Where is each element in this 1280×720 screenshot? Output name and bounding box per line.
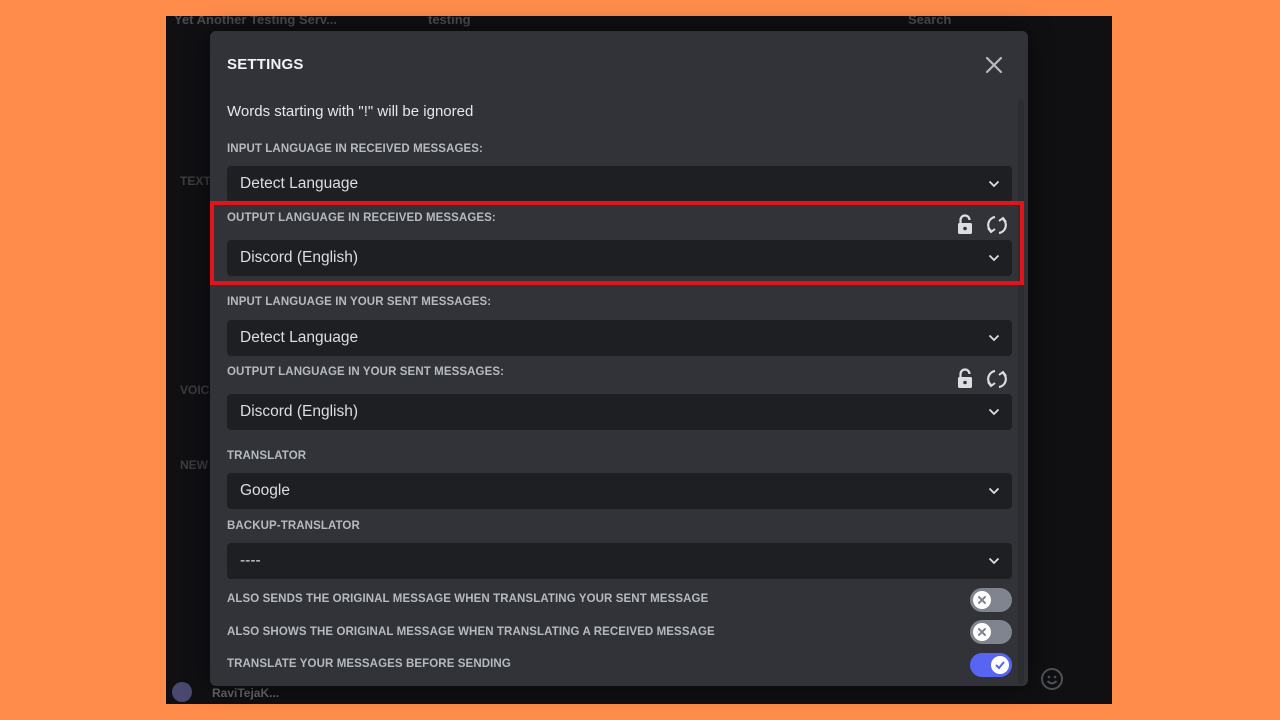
chevron-down-icon: [988, 557, 1000, 565]
select-value: Discord (English): [240, 249, 359, 266]
search-input[interactable]: Search: [908, 16, 951, 27]
select-translator[interactable]: Google: [227, 473, 1012, 509]
select-output-received-language[interactable]: Discord (English): [227, 240, 1012, 276]
chevron-down-icon: [988, 180, 1000, 188]
select-output-sent-language[interactable]: Discord (English): [227, 394, 1012, 430]
toggle-label-translate-before-sending: TRANSLATE YOUR MESSAGES BEFORE SENDING: [227, 658, 511, 670]
field-label-output-received: OUTPUT LANGUAGE IN RECEIVED MESSAGES:: [227, 212, 496, 224]
toggle-send-original[interactable]: [970, 588, 1012, 612]
toggle-knob: [973, 623, 991, 641]
select-input-sent-language[interactable]: Detect Language: [227, 320, 1012, 356]
x-icon: [978, 596, 986, 604]
modal-title: SETTINGS: [227, 56, 304, 73]
select-value: Google: [240, 482, 290, 499]
chevron-down-icon: [988, 408, 1000, 416]
select-value: ----: [240, 552, 261, 569]
swap-icon[interactable]: [986, 213, 1008, 237]
toggle-label-send-original: ALSO SENDS THE ORIGINAL MESSAGE WHEN TRA…: [227, 593, 709, 605]
chevron-down-icon: [988, 334, 1000, 342]
section-text: TEXT: [180, 174, 211, 188]
select-backup-translator[interactable]: ----: [227, 543, 1012, 579]
swap-icon[interactable]: [986, 367, 1008, 391]
toggle-knob: [991, 656, 1009, 674]
x-icon: [978, 628, 986, 636]
toggle-knob: [973, 591, 991, 609]
channel-name: testing: [428, 16, 471, 27]
channel-sidebar: TEXT VOICE NEW: [166, 46, 217, 686]
toggle-translate-before-sending[interactable]: [970, 653, 1012, 677]
chevron-down-icon: [988, 487, 1000, 495]
username: RaviTejaK...: [212, 686, 280, 700]
avatar[interactable]: [172, 682, 192, 702]
field-label-backup-translator: BACKUP-TRANSLATOR: [227, 520, 360, 532]
ignore-note: Words starting with "!" will be ignored: [227, 103, 474, 120]
server-name[interactable]: Yet Another Testing Serv...: [174, 16, 337, 27]
select-value: Detect Language: [240, 175, 359, 192]
toggle-label-show-original: ALSO SHOWS THE ORIGINAL MESSAGE WHEN TRA…: [227, 626, 715, 638]
field-label-input-received: INPUT LANGUAGE IN RECEIVED MESSAGES:: [227, 143, 483, 155]
select-value: Detect Language: [240, 329, 359, 346]
select-value: Discord (English): [240, 403, 359, 420]
section-new: NEW: [180, 458, 208, 472]
emoji-icon[interactable]: [1040, 667, 1064, 691]
field-label-translator: TRANSLATOR: [227, 450, 307, 462]
scrollbar[interactable]: [1018, 99, 1024, 684]
toggle-show-original[interactable]: [970, 620, 1012, 644]
close-icon[interactable]: [982, 53, 1006, 77]
settings-modal: SETTINGS Words starting with "!" will be…: [210, 31, 1028, 686]
lock-icon[interactable]: [954, 213, 976, 237]
field-label-output-sent: OUTPUT LANGUAGE IN YOUR SENT MESSAGES:: [227, 366, 505, 378]
top-bar: Yet Another Testing Serv... testing Sear…: [166, 16, 1112, 30]
chevron-down-icon: [988, 254, 1000, 262]
check-icon: [995, 661, 1005, 670]
field-label-input-sent: INPUT LANGUAGE IN YOUR SENT MESSAGES:: [227, 296, 492, 308]
select-input-received-language[interactable]: Detect Language: [227, 166, 1012, 202]
lock-icon[interactable]: [954, 367, 976, 391]
